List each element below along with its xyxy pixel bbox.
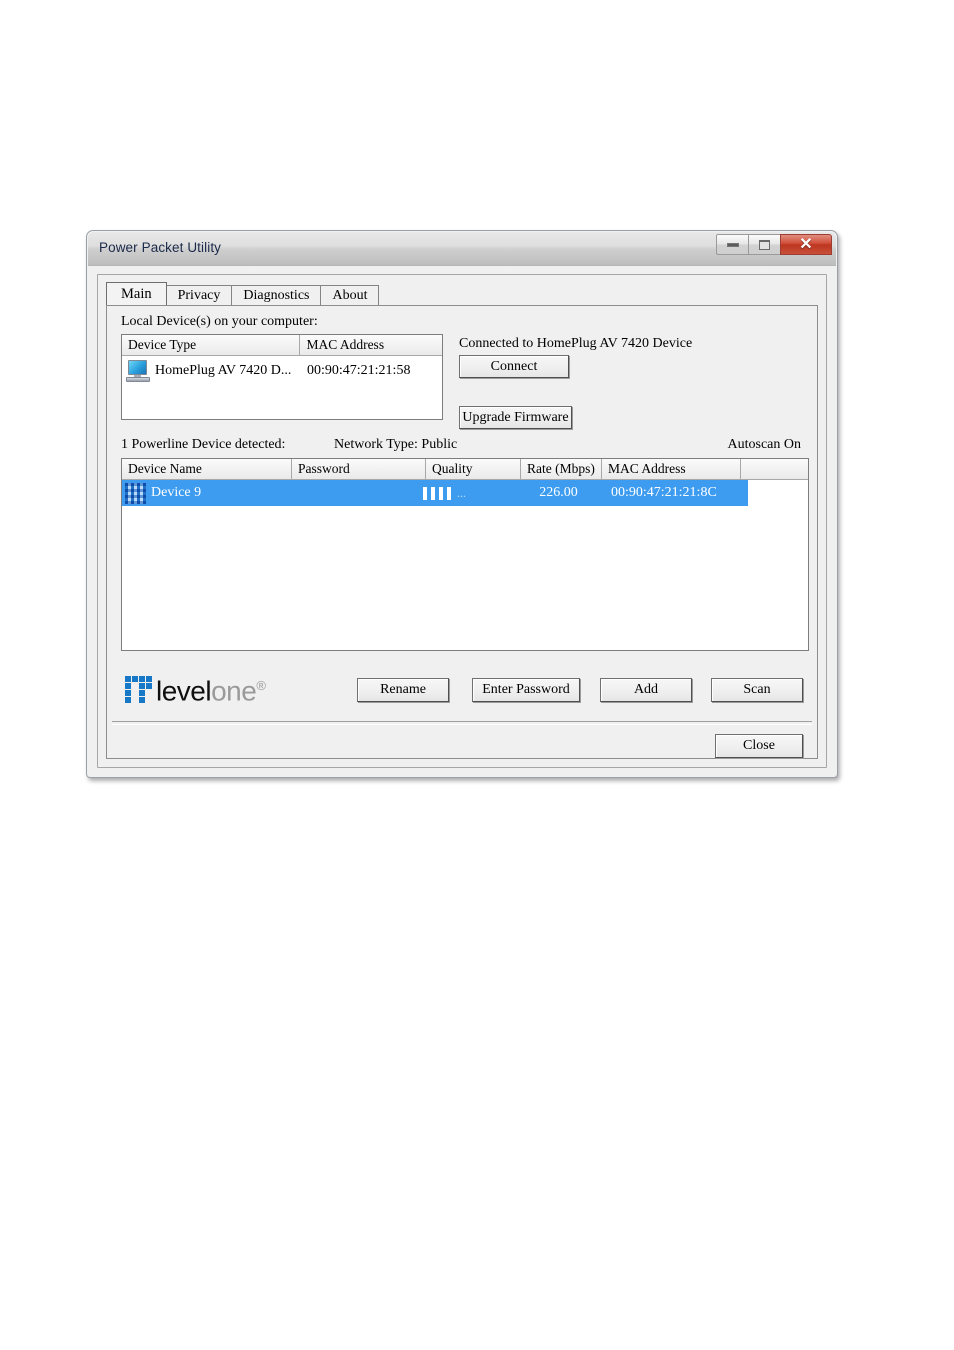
- upgrade-firmware-button[interactable]: Upgrade Firmware: [459, 406, 572, 429]
- powerline-devices-table[interactable]: Device Name Password Quality Rate (Mbps)…: [121, 458, 809, 651]
- column-header-mac-address[interactable]: MAC Address: [300, 335, 442, 355]
- window-controls: ✕: [716, 234, 832, 255]
- autoscan-status-text: Autoscan On: [727, 437, 802, 452]
- minimize-icon: [726, 242, 739, 247]
- tab-privacy[interactable]: Privacy: [165, 285, 233, 305]
- tab-page-main: Local Device(s) on your computer: Device…: [106, 305, 818, 759]
- computer-icon: [125, 359, 151, 383]
- scan-button[interactable]: Scan: [711, 678, 803, 702]
- power-packet-utility-window: Power Packet Utility ✕ Main Privacy Diag…: [86, 230, 838, 778]
- local-device-mac: 00:90:47:21:21:58: [307, 363, 411, 378]
- column-header-mac[interactable]: MAC Address: [602, 459, 741, 479]
- network-type-text: Network Type: Public: [334, 437, 458, 452]
- tab-about[interactable]: About: [320, 285, 380, 305]
- close-window-button[interactable]: ✕: [780, 234, 832, 255]
- device-quality-cell: ...: [423, 486, 518, 501]
- local-devices-header: Device Type MAC Address: [122, 335, 442, 356]
- quality-bar-1: [423, 486, 427, 500]
- divider: [112, 721, 812, 725]
- device-name-cell: Device 9: [151, 485, 202, 500]
- tab-main[interactable]: Main: [106, 282, 167, 305]
- levelone-logo-icon: [125, 675, 152, 703]
- connection-status-text: Connected to HomePlug AV 7420 Device: [459, 336, 693, 351]
- tab-strip: Main Privacy Diagnostics About: [106, 282, 818, 305]
- brand-name-primary: level: [156, 675, 212, 707]
- maximize-button[interactable]: [748, 234, 781, 255]
- close-button[interactable]: Close: [715, 734, 803, 758]
- window-inner: Power Packet Utility ✕ Main Privacy Diag…: [88, 232, 836, 776]
- column-header-spacer[interactable]: [741, 459, 808, 479]
- brand-name-secondary: one: [211, 675, 257, 707]
- client-area: Main Privacy Diagnostics About Local Dev…: [88, 266, 836, 776]
- levelone-wordmark: levelone®: [156, 672, 266, 707]
- local-device-type: HomePlug AV 7420 D...: [155, 363, 292, 378]
- quality-bar-4: [447, 486, 451, 500]
- title-bar[interactable]: Power Packet Utility ✕: [88, 232, 836, 266]
- quality-ellipsis: ...: [457, 485, 466, 500]
- device-mac-cell: 00:90:47:21:21:8C: [611, 485, 717, 500]
- column-header-device-name[interactable]: Device Name: [122, 459, 292, 479]
- action-bar: levelone® Rename Enter Password Add Scan: [121, 664, 809, 718]
- device-rate-cell: 226.00: [539, 485, 578, 500]
- rename-button[interactable]: Rename: [357, 678, 449, 702]
- enter-password-button[interactable]: Enter Password: [472, 678, 580, 702]
- local-devices-label: Local Device(s) on your computer:: [121, 314, 318, 329]
- column-header-device-type[interactable]: Device Type: [122, 335, 301, 355]
- local-device-row[interactable]: HomePlug AV 7420 D... 00:90:47:21:21:58: [122, 356, 442, 386]
- connect-button[interactable]: Connect: [459, 355, 569, 378]
- levelone-logo: levelone®: [125, 672, 266, 707]
- close-icon: ✕: [799, 235, 813, 253]
- brand-registered-mark: ®: [256, 678, 266, 694]
- dialog-panel: Main Privacy Diagnostics About Local Dev…: [97, 274, 827, 768]
- window-title: Power Packet Utility: [99, 240, 222, 255]
- column-header-password[interactable]: Password: [292, 459, 426, 479]
- powerline-table-header: Device Name Password Quality Rate (Mbps)…: [122, 459, 808, 480]
- quality-bar-2: [431, 486, 435, 500]
- column-header-rate[interactable]: Rate (Mbps): [521, 459, 602, 479]
- column-header-quality[interactable]: Quality: [426, 459, 521, 479]
- local-devices-list[interactable]: Device Type MAC Address HomePlug AV 7420…: [121, 334, 443, 420]
- devices-detected-text: 1 Powerline Device detected:: [121, 437, 286, 452]
- device-grid-icon: [125, 482, 146, 504]
- minimize-button[interactable]: [716, 234, 749, 255]
- quality-bar-3: [439, 486, 443, 500]
- table-row[interactable]: Device 9 ... 226.00 00:90:47:21:21:8C: [122, 480, 748, 506]
- add-button[interactable]: Add: [600, 678, 692, 702]
- powerline-status-line: 1 Powerline Device detected: Network Typ…: [121, 437, 803, 453]
- tab-diagnostics[interactable]: Diagnostics: [231, 285, 322, 305]
- maximize-icon: [759, 239, 770, 250]
- tab-strip-end: [378, 285, 386, 305]
